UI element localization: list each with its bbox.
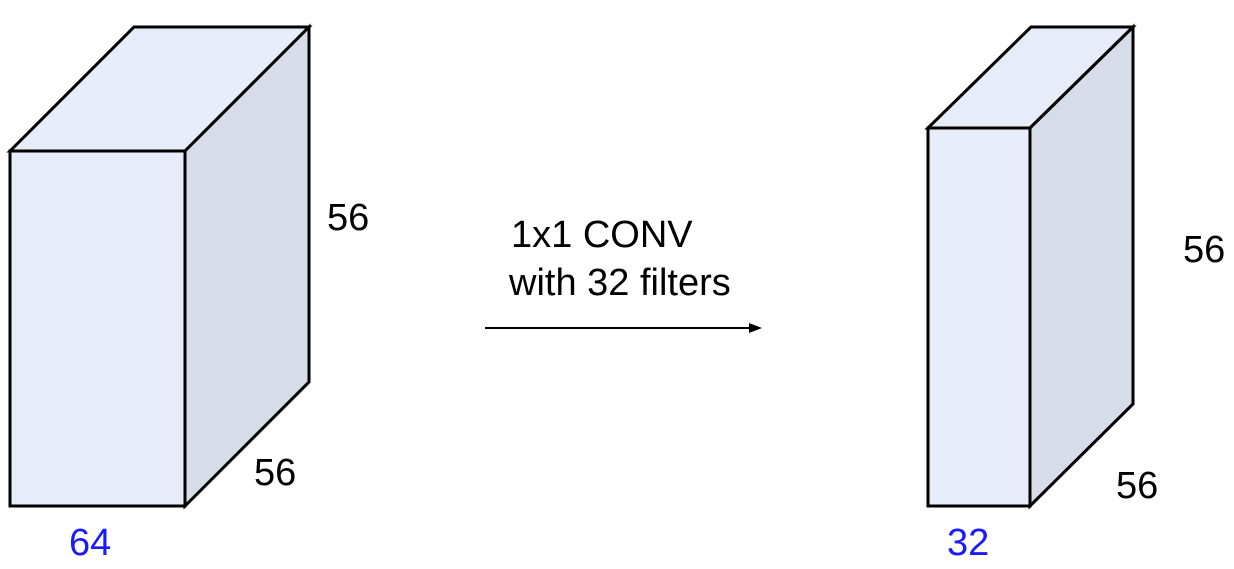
output-width-label: 56: [1116, 465, 1158, 507]
output-depth-label: 32: [947, 522, 989, 564]
operation-line-2: with 32 filters: [508, 262, 731, 304]
input-depth-label: 64: [69, 522, 111, 564]
input-width-label: 56: [254, 452, 296, 494]
input-height-label: 56: [327, 197, 369, 239]
output-volume: [924, 23, 1137, 510]
operation-line-1: 1x1 CONV: [511, 214, 693, 256]
input-volume-front-face: [8, 149, 187, 508]
conv-diagram: 56 56 64 1x1 CONV with 32 filters 56 56 …: [6, 23, 1225, 564]
input-volume: [6, 23, 313, 510]
output-height-label: 56: [1183, 229, 1225, 271]
output-volume-front-face: [926, 126, 1032, 508]
arrow: [485, 323, 762, 333]
arrow-head: [749, 323, 762, 333]
